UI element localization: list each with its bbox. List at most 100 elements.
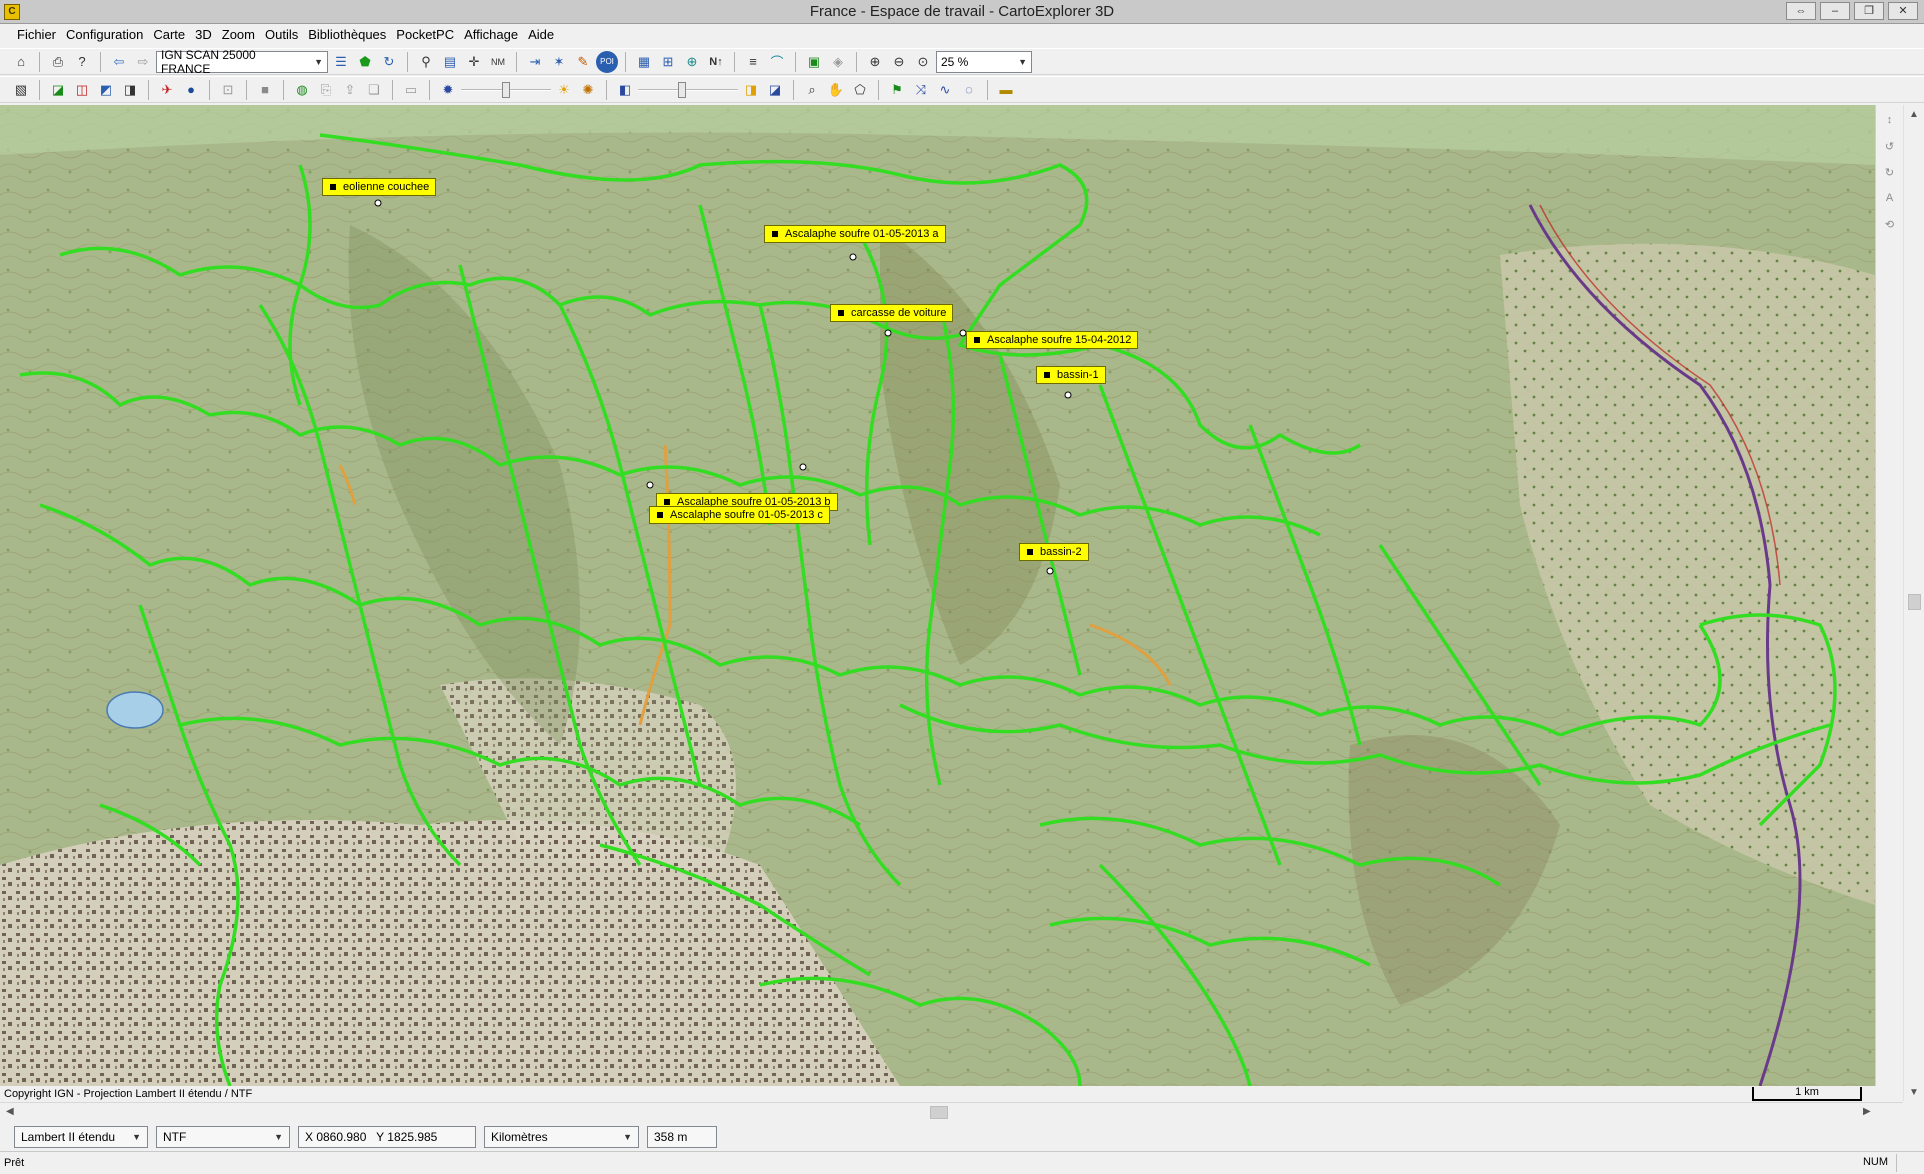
waypoint-label[interactable]: Ascalaphe soufre 01-05-2013 c bbox=[649, 506, 830, 524]
map-sheet-icon[interactable]: ▤ bbox=[439, 51, 461, 73]
north-indicator-icon[interactable]: NM bbox=[487, 51, 509, 73]
layers-panel-icon[interactable]: ▧ bbox=[10, 79, 32, 101]
waypoint-label[interactable]: eolienne couchee bbox=[322, 178, 437, 196]
track-blue-icon[interactable]: ◩ bbox=[95, 79, 117, 101]
sun-settings-icon[interactable]: ✺ bbox=[577, 79, 599, 101]
bridge-icon[interactable]: ⌒ bbox=[766, 51, 788, 73]
menu-pocketpc[interactable]: PocketPC bbox=[391, 24, 459, 46]
projection-select[interactable]: Lambert II étendu ▼ bbox=[14, 1126, 148, 1148]
lasso-icon[interactable]: ◌ bbox=[958, 79, 980, 101]
layer-manager-icon[interactable]: ☰ bbox=[330, 51, 352, 73]
overlay-icon[interactable]: ◪ bbox=[764, 79, 786, 101]
edit-icon[interactable]: ✎ bbox=[572, 51, 594, 73]
waypoint-label[interactable]: carcasse de voiture bbox=[830, 304, 954, 322]
select-area-icon[interactable]: ⬠ bbox=[849, 79, 871, 101]
grid-icon[interactable]: ▦ bbox=[633, 51, 655, 73]
menu-zoom[interactable]: Zoom bbox=[217, 24, 260, 46]
3d-flyover-icon[interactable]: ◈ bbox=[827, 51, 849, 73]
crosshair-icon[interactable]: ✛ bbox=[463, 51, 485, 73]
rotate-left-icon[interactable]: ↺ bbox=[1879, 135, 1901, 157]
menu-aide[interactable]: Aide bbox=[523, 24, 559, 46]
scroll-up-icon[interactable]: ▲ bbox=[1909, 109, 1919, 120]
rotate-right-icon[interactable]: ↻ bbox=[1879, 161, 1901, 183]
3d-view-icon[interactable]: ▣ bbox=[803, 51, 825, 73]
datum-select[interactable]: NTF ▼ bbox=[156, 1126, 290, 1148]
contrast-high-icon[interactable]: ◨ bbox=[740, 79, 762, 101]
map-layer-select[interactable]: IGN SCAN 25000 FRANCE ▼ bbox=[156, 48, 328, 76]
ruler-icon[interactable]: ▬ bbox=[995, 79, 1017, 101]
horizontal-scroll-thumb[interactable] bbox=[930, 1106, 948, 1119]
contrast-low-icon[interactable]: ◧ bbox=[614, 79, 636, 101]
zoom-select[interactable]: 25 % ▼ bbox=[936, 50, 1032, 73]
flag-icon[interactable]: ⚑ bbox=[886, 79, 908, 101]
route-green-icon[interactable]: ◪ bbox=[47, 79, 69, 101]
maximize-icon[interactable]: ❐ bbox=[1854, 2, 1884, 20]
menu-bibliotheques[interactable]: Bibliothèques bbox=[303, 24, 391, 46]
slider-thumb[interactable] bbox=[502, 81, 510, 98]
open-map-icon[interactable]: ⌂ bbox=[10, 51, 32, 73]
magnifier-icon[interactable]: ⌕ bbox=[801, 79, 823, 101]
forward-arrow-icon[interactable]: ⇨ bbox=[132, 51, 154, 73]
rotate-icon[interactable]: ↻ bbox=[378, 51, 400, 73]
north-up-icon[interactable]: N↑ bbox=[705, 51, 727, 73]
close-icon[interactable]: ✕ bbox=[1888, 2, 1918, 20]
list-icon[interactable]: ≡ bbox=[742, 51, 764, 73]
scroll-left-icon[interactable]: ◀ bbox=[6, 1106, 14, 1117]
zoom-in-icon[interactable]: ⊕ bbox=[864, 51, 886, 73]
restore-icon[interactable]: ⇔ bbox=[1786, 2, 1816, 20]
app-logo-icon[interactable]: C bbox=[4, 3, 20, 20]
star-icon[interactable]: ✶ bbox=[548, 51, 570, 73]
measure-icon[interactable]: ⊡ bbox=[217, 79, 239, 101]
resize-grip[interactable] bbox=[1896, 1154, 1914, 1172]
help-pointer-icon[interactable]: ? bbox=[71, 51, 93, 73]
binoculars-icon[interactable]: ⚲ bbox=[415, 51, 437, 73]
menu-outils[interactable]: Outils bbox=[260, 24, 303, 46]
waypoint-label[interactable]: Ascalaphe soufre 01-05-2013 a bbox=[764, 225, 946, 243]
brightness-low-icon[interactable]: ✹ bbox=[437, 79, 459, 101]
tilt-icon[interactable]: ↕ bbox=[1879, 109, 1901, 131]
zoom-out-icon[interactable]: ⊖ bbox=[888, 51, 910, 73]
route-red-icon[interactable]: ◫ bbox=[71, 79, 93, 101]
vertical-scrollbar[interactable]: ▲ ▼ bbox=[1903, 105, 1924, 1101]
waypoint-label[interactable]: Ascalaphe soufre 15-04-2012 bbox=[966, 331, 1139, 349]
zoom-fit-icon[interactable]: ⊙ bbox=[912, 51, 934, 73]
track-draw-icon[interactable]: ∿ bbox=[934, 79, 956, 101]
brightness-slider[interactable] bbox=[461, 79, 551, 101]
menu-configuration[interactable]: Configuration bbox=[61, 24, 148, 46]
vertical-scroll-thumb[interactable] bbox=[1908, 594, 1921, 610]
hand-pan-icon[interactable]: ✋ bbox=[825, 79, 847, 101]
waypoint-label[interactable]: bassin-2 bbox=[1019, 543, 1089, 561]
goto-icon[interactable]: ⇥ bbox=[524, 51, 546, 73]
grid-select-icon[interactable]: ⊞ bbox=[657, 51, 679, 73]
poi-icon[interactable]: POI bbox=[596, 50, 618, 73]
route-draw-icon[interactable]: ⤨ bbox=[910, 79, 932, 101]
slider-thumb[interactable] bbox=[678, 81, 686, 98]
grid-add-icon[interactable]: ⊕ bbox=[681, 51, 703, 73]
back-arrow-icon[interactable]: ⇦ bbox=[108, 51, 130, 73]
earth-icon[interactable]: ◍ bbox=[291, 79, 313, 101]
minimize-icon[interactable]: – bbox=[1820, 2, 1850, 20]
home-green-icon[interactable]: ⬟ bbox=[354, 51, 376, 73]
copy-icon[interactable]: ❏ bbox=[363, 79, 385, 101]
map-view[interactable]: eolienne couchee Ascalaphe soufre 01-05-… bbox=[0, 105, 1875, 1086]
print-area-icon[interactable]: ⎘ bbox=[315, 79, 337, 101]
scroll-down-icon[interactable]: ▼ bbox=[1909, 1087, 1919, 1098]
print-icon[interactable]: ⎙ bbox=[47, 51, 69, 73]
menu-affichage[interactable]: Affichage bbox=[459, 24, 523, 46]
globe-icon[interactable]: ● bbox=[180, 79, 202, 101]
auto-icon[interactable]: A bbox=[1879, 187, 1901, 209]
brightness-high-icon[interactable]: ☀ bbox=[553, 79, 575, 101]
folder-icon[interactable]: ▭ bbox=[400, 79, 422, 101]
menu-carte[interactable]: Carte bbox=[148, 24, 190, 46]
track-gray-icon[interactable]: ◨ bbox=[119, 79, 141, 101]
reset-view-icon[interactable]: ⟲ bbox=[1879, 213, 1901, 235]
gps-icon[interactable]: ✈ bbox=[156, 79, 178, 101]
contrast-slider[interactable] bbox=[638, 79, 738, 101]
waypoint-label[interactable]: bassin-1 bbox=[1036, 366, 1106, 384]
menu-3d[interactable]: 3D bbox=[190, 24, 217, 46]
stop-icon[interactable]: ■ bbox=[254, 79, 276, 101]
units-select[interactable]: Kilomètres ▼ bbox=[484, 1126, 639, 1148]
export-icon[interactable]: ⇪ bbox=[339, 79, 361, 101]
menu-fichier[interactable]: Fichier bbox=[12, 24, 61, 46]
scroll-right-icon[interactable]: ▶ bbox=[1863, 1106, 1871, 1117]
